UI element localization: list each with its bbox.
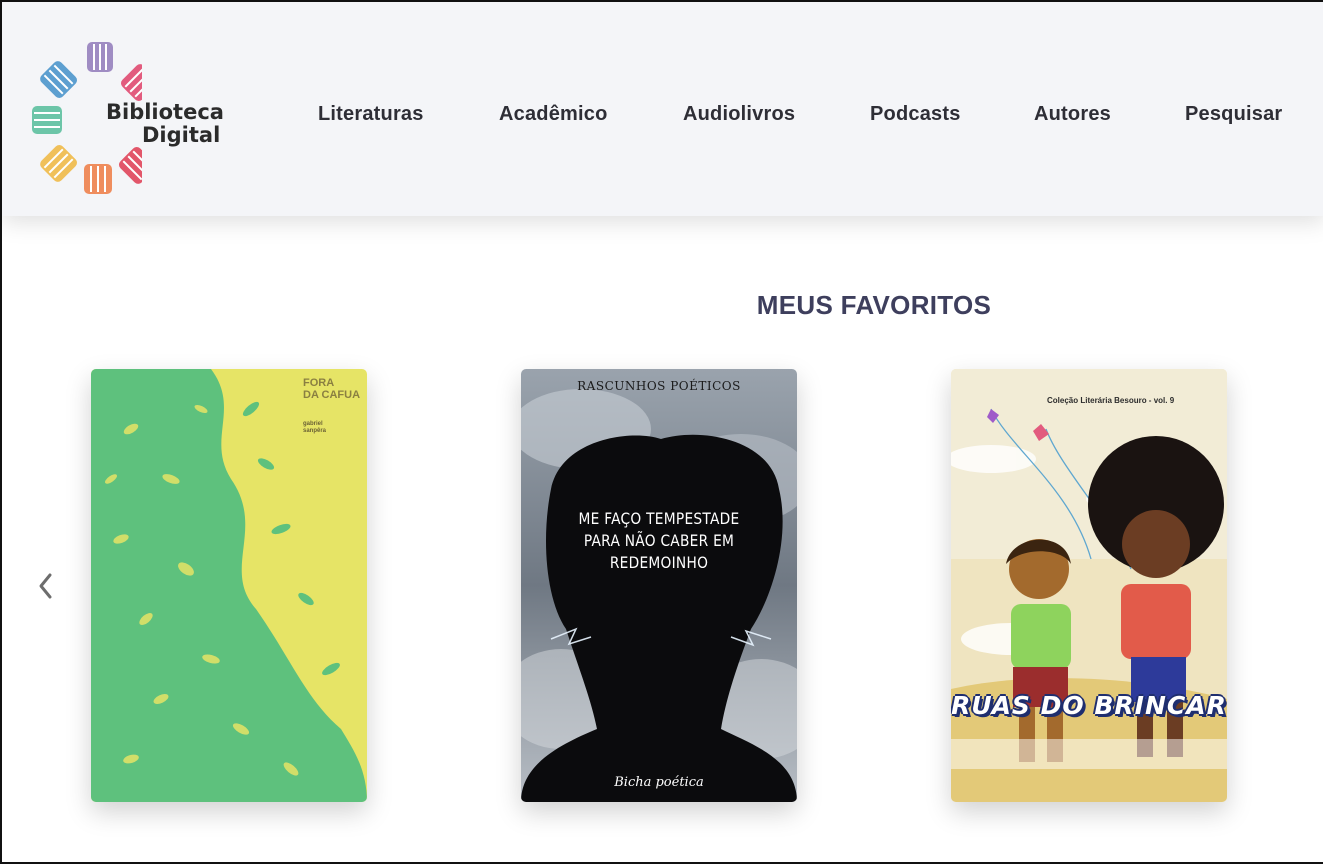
book-cover-image xyxy=(521,369,797,802)
book-cover-author-line2: sanpêra xyxy=(303,428,327,434)
favorites-title: MEUS FAVORITOS xyxy=(756,290,992,320)
chevron-left-icon xyxy=(39,573,52,599)
site-header: Biblioteca Digital Literaturas Acadêmico… xyxy=(2,2,1323,216)
nav-item-audiolivros[interactable]: Audiolivros xyxy=(683,103,795,126)
nav-item-pesquisar[interactable]: Pesquisar xyxy=(1185,103,1282,126)
book-cover-title: ME FAÇO TEMPESTADE PARA NÃO CABER EM RED… xyxy=(540,508,777,574)
main-nav: Literaturas Acadêmico Audiolivros Podcas… xyxy=(2,103,1323,131)
carousel-prev-button[interactable] xyxy=(32,567,62,607)
book-cover-title-line2: PARA NÃO CABER EM REDEMOINHO xyxy=(583,531,735,572)
nav-item-literaturas[interactable]: Literaturas xyxy=(318,103,424,126)
book-cover-author: gabriel sanpêra xyxy=(303,421,326,435)
favorite-book-card[interactable]: Coleção Literária Besouro - vol. 9 RUAS … xyxy=(951,369,1227,802)
book-cover-author-line1: gabriel xyxy=(303,421,323,427)
book-cover-title-line2: DA CAFUA xyxy=(303,389,361,401)
book-cover-series: Coleção Literária Besouro - vol. 9 xyxy=(1047,396,1175,405)
nav-item-academico[interactable]: Acadêmico xyxy=(499,103,608,126)
book-cover-series: RASCUNHOS POÉTICOS xyxy=(577,379,741,393)
favorite-book-card[interactable]: RASCUNHOS POÉTICOS ME FAÇO TEMPESTADE PA… xyxy=(521,369,797,802)
nav-item-autores[interactable]: Autores xyxy=(1034,103,1111,126)
page-frame: Biblioteca Digital Literaturas Acadêmico… xyxy=(0,0,1323,864)
book-cover-title: RUAS DO BRINCAR xyxy=(951,691,1227,720)
book-cover-author: Bicha poética xyxy=(614,775,704,790)
book-cover-title-line1: FORA xyxy=(303,377,335,389)
book-cover-title-line1: ME FAÇO TEMPESTADE xyxy=(578,509,740,528)
book-cover-image xyxy=(951,369,1227,802)
nav-item-podcasts[interactable]: Podcasts xyxy=(870,103,961,126)
book-cover-title: FORA DA CAFUA xyxy=(303,377,360,401)
favorite-book-card[interactable]: FORA DA CAFUA gabriel sanpêra xyxy=(91,369,367,802)
